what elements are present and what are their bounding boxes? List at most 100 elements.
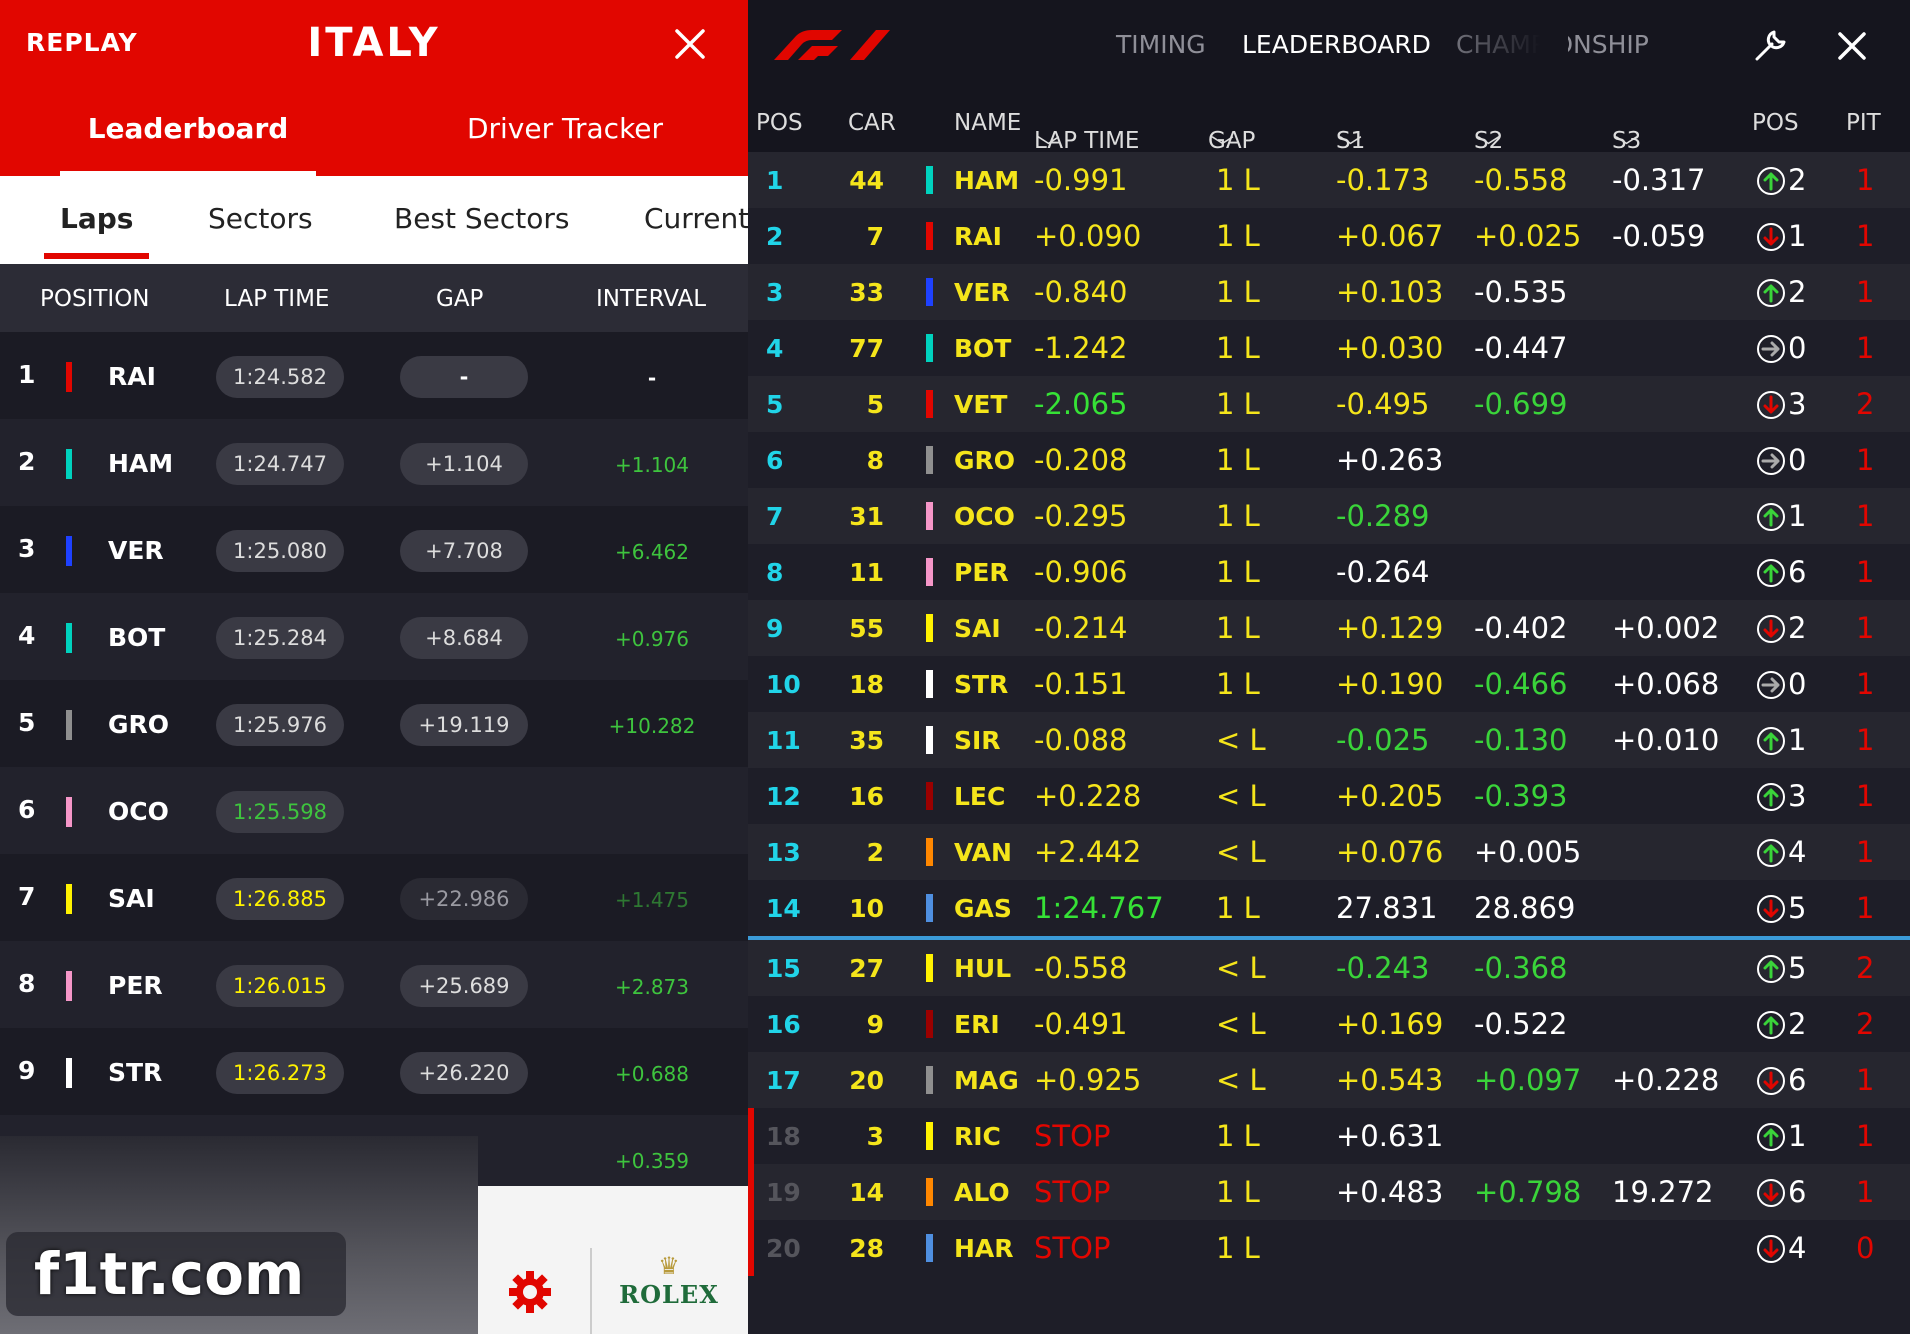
- driver-code: PER: [108, 971, 163, 1000]
- lap-time-delta: STOP: [1034, 1231, 1111, 1265]
- lap-time-delta: -2.065: [1034, 387, 1128, 421]
- team-color-bar: [926, 222, 933, 250]
- sector-2: -0.447: [1474, 331, 1568, 365]
- position-change: 6: [1788, 1175, 1807, 1209]
- table-row[interactable]: 10 18 STR -0.151 1 L +0.190 -0.466 +0.068 0 1: [748, 656, 1910, 712]
- lap-time-delta: -0.088: [1034, 723, 1128, 757]
- arrow-up-icon: [1757, 279, 1785, 307]
- table-row[interactable]: 3 33 VER -0.840 1 L +0.103 -0.535 2 1: [748, 264, 1910, 320]
- team-color-bar: [926, 390, 933, 418]
- tab-fade: [1428, 20, 1568, 74]
- table-row[interactable]: 17 20 MAG +0.925 < L +0.543 +0.097 +0.228 6 1: [748, 1052, 1910, 1108]
- table-row[interactable]: 9 STR 1:26.273 +26.220 +0.688: [0, 1028, 748, 1115]
- lap-time-delta: +0.925: [1034, 1063, 1142, 1097]
- team-color-bar: [926, 278, 933, 306]
- pit-count: 0: [1856, 1231, 1875, 1265]
- row-position: 2: [766, 222, 784, 251]
- table-row[interactable]: 4 BOT 1:25.284 +8.684 +0.976: [0, 593, 748, 680]
- subtab-best-sectors[interactable]: Best Sectors: [394, 202, 570, 235]
- row-position: 4: [18, 621, 36, 650]
- table-row[interactable]: 9 55 SAI -0.214 1 L +0.129 -0.402 +0.002 2 1: [748, 600, 1910, 656]
- arrow-up-icon: [1757, 839, 1785, 867]
- sector-1: +0.263: [1336, 443, 1444, 477]
- interval-value: -: [647, 366, 657, 390]
- sector-1: +0.631: [1336, 1119, 1444, 1153]
- sector-1: +0.190: [1336, 667, 1444, 701]
- table-row[interactable]: 2 7 RAI +0.090 1 L +0.067 +0.025 -0.059 1 1: [748, 208, 1910, 264]
- arrow-down-icon: [1757, 1235, 1785, 1263]
- subtab-sectors[interactable]: Sectors: [208, 202, 313, 235]
- lap-time-delta: -0.840: [1034, 275, 1128, 309]
- position-change: 1: [1788, 723, 1807, 757]
- table-row[interactable]: 12 16 LEC +0.228 < L +0.205 -0.393 3 1: [748, 768, 1910, 824]
- pit-count: 1: [1856, 499, 1875, 533]
- close-icon[interactable]: [1836, 30, 1868, 62]
- arrow-right-icon: [1757, 671, 1785, 699]
- f1-logo-icon[interactable]: [768, 26, 892, 62]
- watermark: f1tr.com: [6, 1232, 346, 1316]
- tab-leaderboard-top[interactable]: LEADERBOARD: [1242, 30, 1431, 59]
- lap-time-delta: -0.214: [1034, 611, 1128, 645]
- table-row[interactable]: 19 14 ALO STOP 1 L +0.483 +0.798 19.272 6 1: [748, 1164, 1910, 1220]
- table-row[interactable]: 14 10 GAS 1:24.767 1 L 27.831 28.869 5 1: [748, 880, 1910, 936]
- subtab-current[interactable]: Current: [644, 202, 748, 235]
- car-number: 10: [849, 894, 884, 923]
- table-row[interactable]: 6 OCO 1:25.598: [0, 767, 748, 854]
- table-row[interactable]: 8 PER 1:26.015 +25.689 +2.873: [0, 941, 748, 1028]
- team-color-bar: [66, 362, 72, 392]
- sector-2: +0.005: [1474, 835, 1582, 869]
- pit-count: 1: [1856, 555, 1875, 589]
- position-change: 2: [1788, 163, 1807, 197]
- tab-leaderboard[interactable]: Leaderboard: [60, 112, 316, 176]
- table-row[interactable]: 15 27 HUL -0.558 < L -0.243 -0.368 5 2: [748, 940, 1910, 996]
- position-change: 0: [1788, 331, 1807, 365]
- car-number: 11: [849, 558, 884, 587]
- table-row[interactable]: 2 HAM 1:24.747 +1.104 +1.104: [0, 419, 748, 506]
- car-number: 44: [849, 166, 884, 195]
- team-color-bar: [66, 1058, 72, 1088]
- arrow-up-icon: [1757, 955, 1785, 983]
- subtab-laps[interactable]: Laps: [44, 202, 150, 259]
- team-color-bar: [926, 782, 933, 810]
- gear-icon[interactable]: [478, 1248, 590, 1334]
- table-row[interactable]: 7 31 OCO -0.295 1 L -0.289 1 1: [748, 488, 1910, 544]
- table-row[interactable]: 18 3 RIC STOP 1 L +0.631 1 1: [748, 1108, 1910, 1164]
- table-row[interactable]: 13 2 VAN +2.442 < L +0.076 +0.005 4 1: [748, 824, 1910, 880]
- lap-time-delta: -0.208: [1034, 443, 1128, 477]
- tab-timing[interactable]: TIMING: [1116, 30, 1206, 59]
- table-row[interactable]: 11 35 SIR -0.088 < L -0.025 -0.130 +0.010 1 1: [748, 712, 1910, 768]
- interval-value: +0.688: [614, 1062, 689, 1086]
- header-car: CAR: [848, 110, 896, 136]
- close-icon[interactable]: [672, 26, 708, 62]
- leaderboard-panel: REPLAY ITALY Leaderboard Driver Tracker …: [0, 0, 748, 1334]
- table-row[interactable]: 4 77 BOT -1.242 1 L +0.030 -0.447 0 1: [748, 320, 1910, 376]
- race-title: ITALY: [307, 20, 441, 66]
- team-color-bar: [66, 449, 72, 479]
- sector-1: +0.076: [1336, 835, 1444, 869]
- table-row[interactable]: 8 11 PER -0.906 1 L -0.264 6 1: [748, 544, 1910, 600]
- pit-count: 1: [1856, 163, 1875, 197]
- gap-value: 1 L: [1216, 331, 1260, 365]
- driver-code: RIC: [954, 1122, 1001, 1151]
- row-position: 17: [766, 1066, 801, 1095]
- table-row[interactable]: 6 8 GRO -0.208 1 L +0.263 0 1: [748, 432, 1910, 488]
- pit-count: 1: [1856, 835, 1875, 869]
- table-row[interactable]: 1 RAI 1:24.582 - -: [0, 332, 748, 419]
- tab-driver-tracker[interactable]: Driver Tracker: [440, 112, 690, 176]
- table-row[interactable]: 5 GRO 1:25.976 +19.119 +10.282: [0, 680, 748, 767]
- lap-time-delta: +0.228: [1034, 779, 1142, 813]
- table-row[interactable]: 7 SAI 1:26.885 +22.986 +1.475: [0, 854, 748, 941]
- table-row[interactable]: 5 5 VET -2.065 1 L -0.495 -0.699 3 2: [748, 376, 1910, 432]
- table-row[interactable]: 3 VER 1:25.080 +7.708 +6.462: [0, 506, 748, 593]
- wrench-icon[interactable]: [1750, 26, 1790, 66]
- sector-1: -0.264: [1336, 555, 1430, 589]
- header-pos: POS: [756, 110, 803, 136]
- driver-code: RAI: [108, 362, 156, 391]
- team-color-bar: [66, 884, 72, 914]
- table-row[interactable]: 16 9 ERI -0.491 < L +0.169 -0.522 2 2: [748, 996, 1910, 1052]
- driver-code: MAG: [954, 1066, 1019, 1095]
- table-row[interactable]: 20 28 HAR STOP 1 L 4 0: [748, 1220, 1910, 1276]
- car-number: 31: [849, 502, 884, 531]
- table-row[interactable]: 1 44 HAM -0.991 1 L -0.173 -0.558 -0.317 2 1: [748, 152, 1910, 208]
- sector-2: -0.558: [1474, 163, 1568, 197]
